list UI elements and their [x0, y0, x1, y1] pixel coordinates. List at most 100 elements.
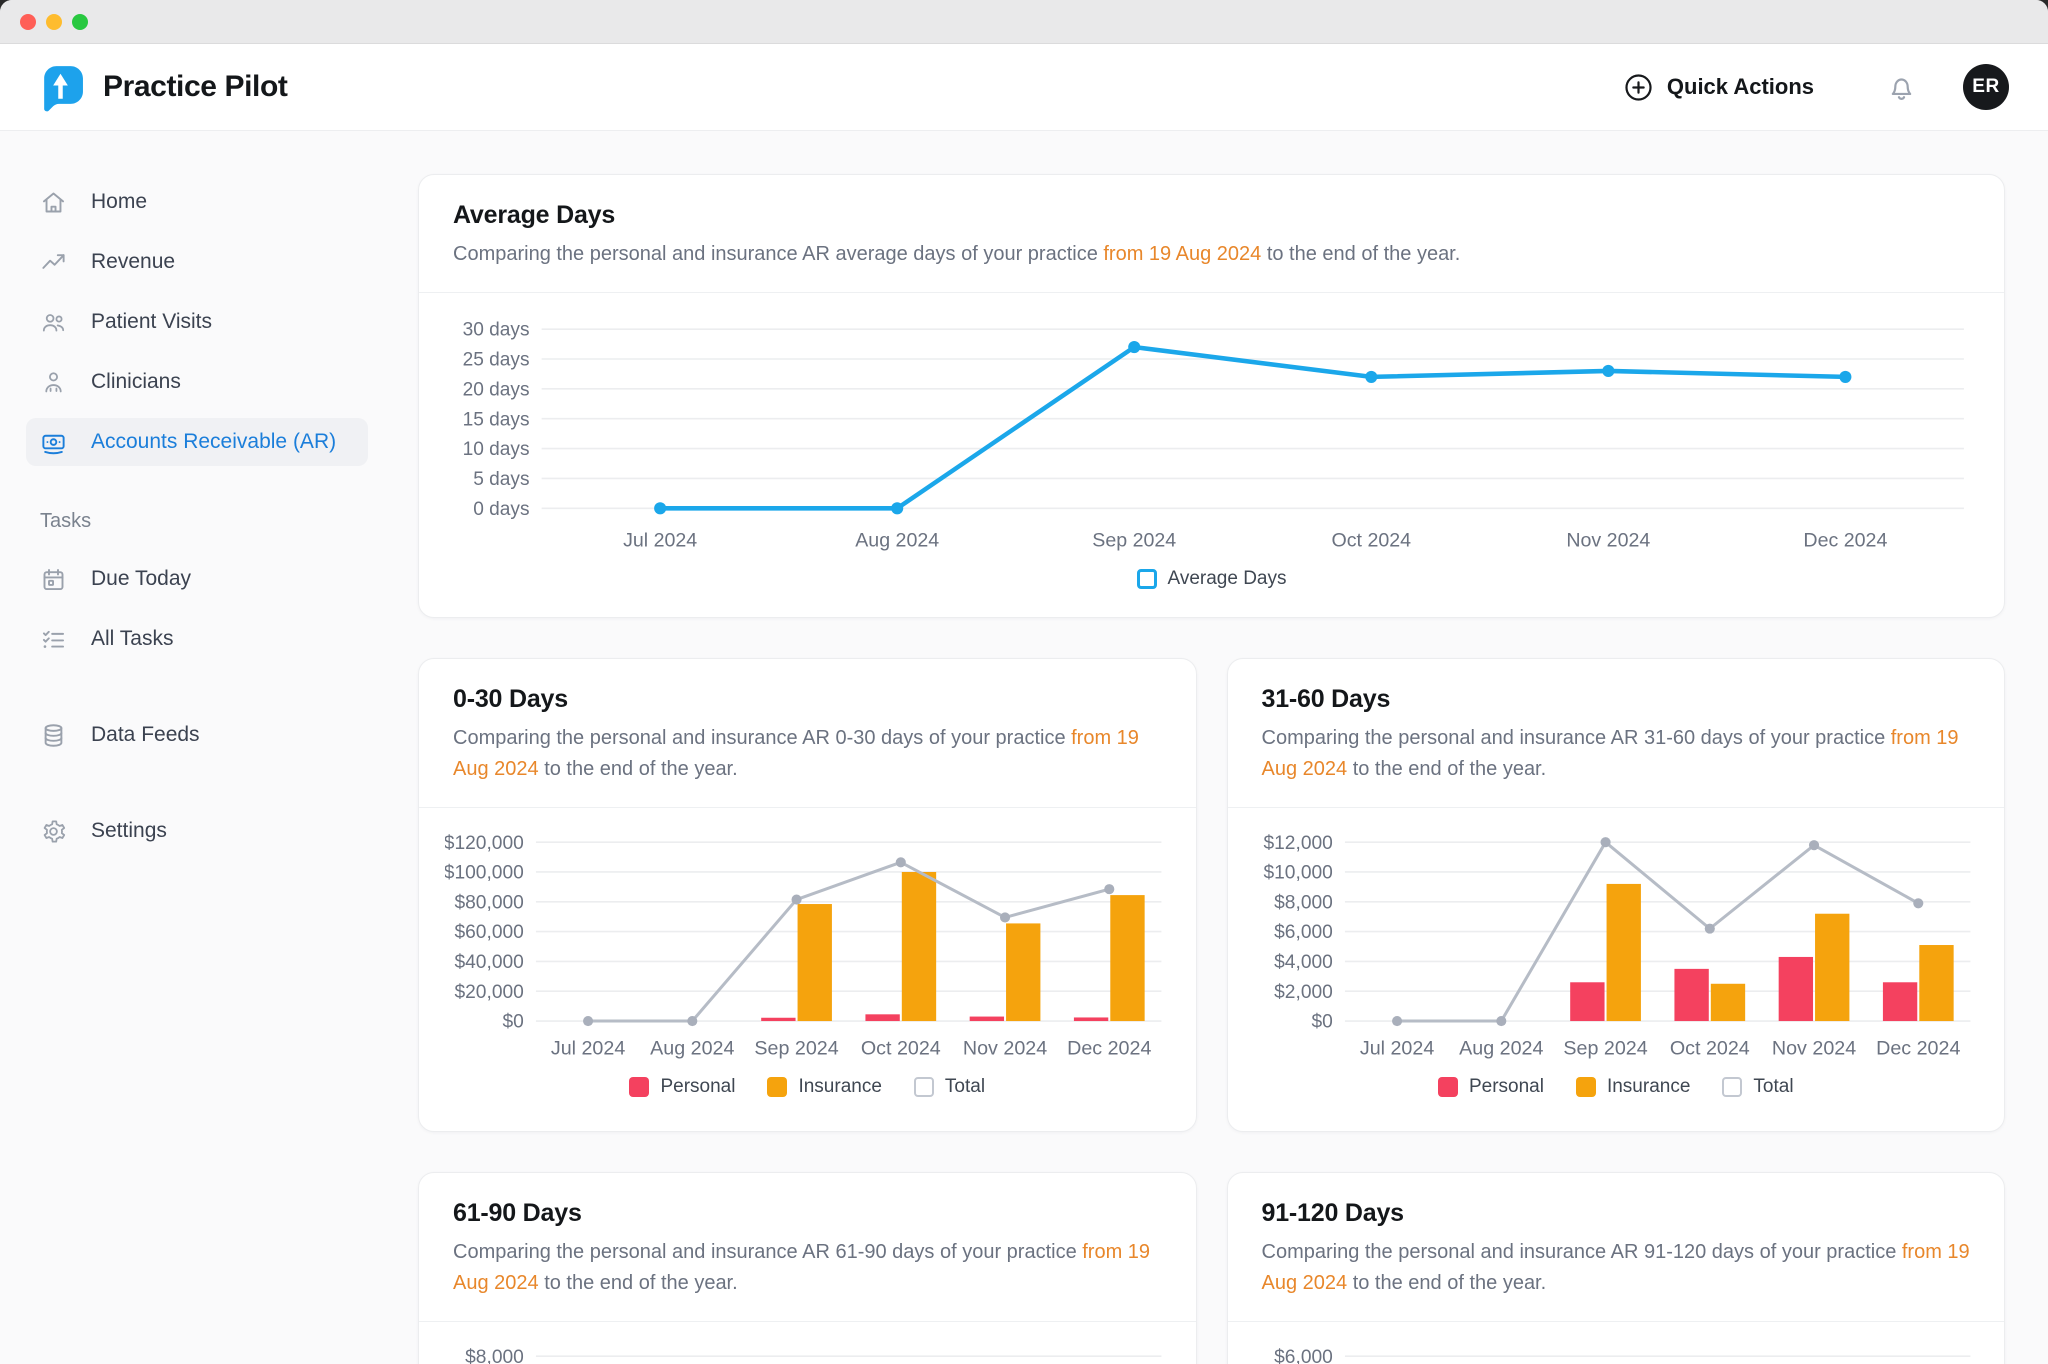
- card-title: 0-30 Days: [453, 685, 1162, 714]
- legend-label: Personal: [1469, 1076, 1544, 1098]
- svg-text:Dec 2024: Dec 2024: [1876, 1037, 1960, 1059]
- card-header: 31-60 Days Comparing the personal and in…: [1228, 659, 2005, 808]
- quick-actions-label: Quick Actions: [1667, 74, 1814, 100]
- sidebar-section-tasks: Tasks: [26, 510, 368, 533]
- sidebar-item-label: Patient Visits: [91, 310, 212, 334]
- card-description: Comparing the personal and insurance AR …: [1262, 723, 1971, 785]
- legend-item-insurance[interactable]: Insurance: [1576, 1076, 1690, 1098]
- legend-item-insurance[interactable]: Insurance: [767, 1076, 881, 1098]
- svg-text:$8,000: $8,000: [1274, 892, 1333, 913]
- legend-item-total[interactable]: Total: [1722, 1076, 1793, 1098]
- ar-31-60-chart: $0$2,000$4,000$6,000$8,000$10,000$12,000…: [1228, 808, 2005, 1120]
- svg-text:$80,000: $80,000: [454, 892, 523, 913]
- svg-text:Nov 2024: Nov 2024: [963, 1037, 1047, 1059]
- legend-swatch: [1722, 1077, 1742, 1097]
- bell-icon: [1886, 72, 1917, 103]
- svg-text:Oct 2024: Oct 2024: [1669, 1037, 1749, 1059]
- sidebar-item-settings[interactable]: Settings: [26, 807, 368, 855]
- legend-item-personal[interactable]: Personal: [1438, 1076, 1544, 1098]
- sidebar-item-label: All Tasks: [91, 627, 173, 651]
- sidebar-item-label: Settings: [91, 819, 167, 843]
- sidebar-item-patient-visits[interactable]: Patient Visits: [26, 298, 368, 346]
- sidebar-item-home[interactable]: Home: [26, 178, 368, 226]
- sidebar-item-all-tasks[interactable]: All Tasks: [26, 615, 368, 663]
- svg-text:Nov 2024: Nov 2024: [1771, 1037, 1855, 1059]
- svg-text:$2,000: $2,000: [1274, 982, 1333, 1003]
- desc-text: to the end of the year.: [539, 758, 738, 780]
- card-average-days: Average Days Comparing the personal and …: [418, 174, 2005, 618]
- card-title: 91-120 Days: [1262, 1199, 1971, 1228]
- legend-swatch: [767, 1077, 787, 1097]
- checklist-icon: [40, 626, 67, 653]
- sidebar-item-label: Accounts Receivable (AR): [91, 430, 336, 454]
- card-31-60-days: 31-60 Days Comparing the personal and in…: [1227, 658, 2006, 1132]
- svg-text:Sep 2024: Sep 2024: [1563, 1037, 1647, 1059]
- card-61-90-days: 61-90 Days Comparing the personal and in…: [418, 1172, 1197, 1364]
- sidebar-item-clinicians[interactable]: Clinicians: [26, 358, 368, 406]
- quick-actions-button[interactable]: Quick Actions: [1623, 72, 1814, 103]
- legend-item-average-days[interactable]: Average Days: [1137, 568, 1287, 590]
- average-days-chart-canvas: 0 days5 days10 days15 days20 days25 days…: [449, 307, 1974, 559]
- sidebar-item-revenue[interactable]: Revenue: [26, 238, 368, 286]
- card-title: 61-90 Days: [453, 1199, 1162, 1228]
- sidebar-item-accounts-receivable[interactable]: Accounts Receivable (AR): [26, 418, 368, 466]
- card-description: Comparing the personal and insurance AR …: [453, 723, 1162, 785]
- user-avatar[interactable]: ER: [1963, 64, 2009, 110]
- sidebar-item-label: Due Today: [91, 567, 191, 591]
- desc-text: Comparing the personal and insurance AR …: [453, 727, 1071, 749]
- ar-31-60-chart-legend: Personal Insurance Total: [1254, 1076, 1979, 1098]
- svg-text:Oct 2024: Oct 2024: [1332, 530, 1412, 552]
- svg-text:Sep 2024: Sep 2024: [1092, 530, 1176, 552]
- sidebar-item-label: Revenue: [91, 250, 175, 274]
- legend-label: Total: [1753, 1076, 1793, 1098]
- svg-text:$60,000: $60,000: [454, 922, 523, 943]
- calendar-icon: [40, 566, 67, 593]
- legend-label: Personal: [660, 1076, 735, 1098]
- card-header: Average Days Comparing the personal and …: [419, 175, 2004, 293]
- legend-swatch: [629, 1077, 649, 1097]
- plus-circle-icon: [1623, 72, 1654, 103]
- svg-text:Nov 2024: Nov 2024: [1566, 530, 1650, 552]
- desc-text: to the end of the year.: [1347, 1272, 1546, 1294]
- window-zoom-button[interactable]: [72, 14, 88, 30]
- sidebar-gap: [26, 771, 368, 807]
- svg-text:Jul 2024: Jul 2024: [623, 530, 697, 552]
- notifications-button[interactable]: [1886, 72, 1917, 103]
- svg-text:$4,000: $4,000: [1274, 952, 1333, 973]
- card-header: 61-90 Days Comparing the personal and in…: [419, 1173, 1196, 1322]
- app-title: Practice Pilot: [103, 70, 287, 104]
- legend-checkbox: [1137, 569, 1157, 589]
- clinician-icon: [40, 369, 67, 396]
- desc-text: to the end of the year.: [539, 1272, 738, 1294]
- legend-item-personal[interactable]: Personal: [629, 1076, 735, 1098]
- sidebar-item-data-feeds[interactable]: Data Feeds: [26, 711, 368, 759]
- svg-text:Jul 2024: Jul 2024: [551, 1037, 625, 1059]
- svg-text:Dec 2024: Dec 2024: [1067, 1037, 1151, 1059]
- card-description: Comparing the personal and insurance AR …: [1262, 1237, 1971, 1299]
- svg-text:15 days: 15 days: [463, 409, 530, 430]
- legend-item-total[interactable]: Total: [914, 1076, 985, 1098]
- sidebar-item-due-today[interactable]: Due Today: [26, 555, 368, 603]
- app-window: Practice Pilot Quick Actions ER Home: [0, 0, 2048, 1364]
- card-title: 31-60 Days: [1262, 685, 1971, 714]
- svg-text:$120,000: $120,000: [445, 833, 524, 854]
- practice-pilot-logo-icon: [36, 63, 85, 112]
- svg-text:$40,000: $40,000: [454, 952, 523, 973]
- svg-text:$10,000: $10,000: [1263, 863, 1332, 884]
- svg-text:Jul 2024: Jul 2024: [1359, 1037, 1433, 1059]
- patients-group-icon: [40, 309, 67, 336]
- legend-swatch: [1576, 1077, 1596, 1097]
- svg-text:$12,000: $12,000: [1263, 833, 1332, 854]
- svg-text:10 days: 10 days: [463, 439, 530, 460]
- svg-text:$0: $0: [502, 1012, 523, 1033]
- svg-text:Dec 2024: Dec 2024: [1803, 530, 1887, 552]
- ar-91-120-chart: $0$2,000$4,000$6,000Jul 2024Aug 2024Sep …: [1228, 1322, 2005, 1364]
- ar-61-90-chart: $0$2,000$4,000$6,000$8,000Jul 2024Aug 20…: [419, 1322, 1196, 1364]
- window-close-button[interactable]: [20, 14, 36, 30]
- desc-text: Comparing the personal and insurance AR …: [453, 1241, 1082, 1263]
- ar-0-30-chart-legend: Personal Insurance Total: [445, 1076, 1170, 1098]
- svg-text:$0: $0: [1311, 1012, 1332, 1033]
- svg-text:5 days: 5 days: [473, 469, 529, 490]
- window-minimize-button[interactable]: [46, 14, 62, 30]
- legend-swatch: [914, 1077, 934, 1097]
